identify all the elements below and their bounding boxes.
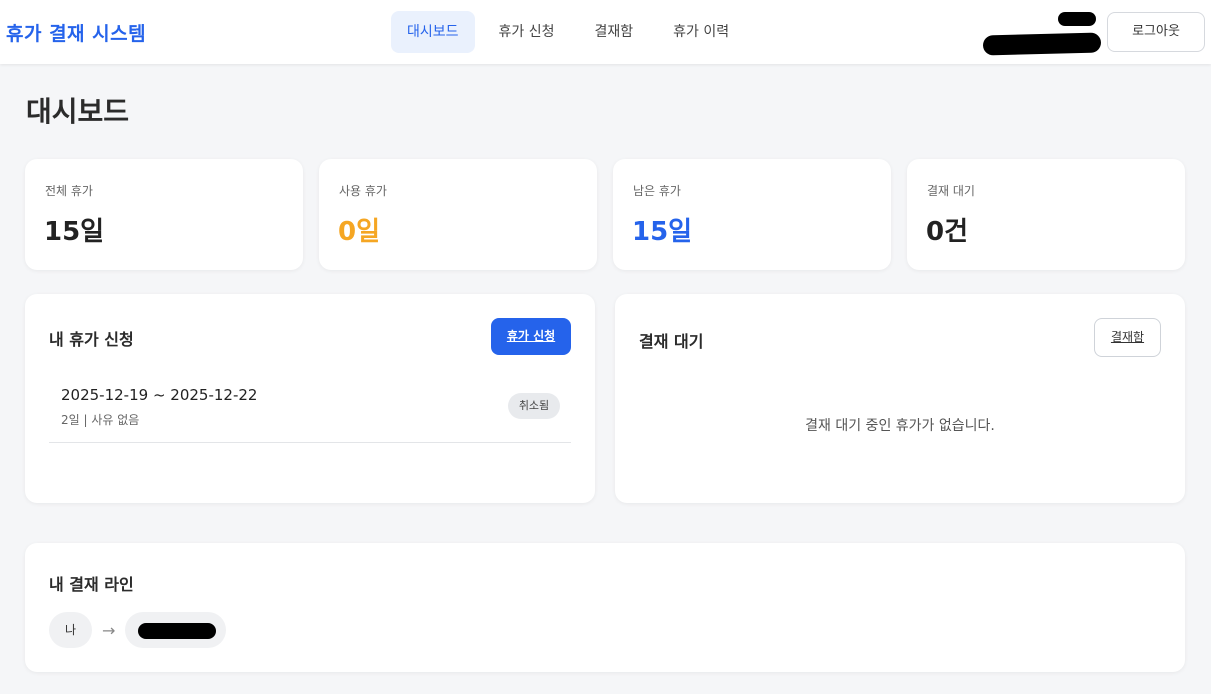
leave-dates: 2025-12-19 ~ 2025-12-22 — [61, 386, 258, 404]
my-leave-requests-panel: 내 휴가 신청 휴가 신청 2025-12-19 ~ 2025-12-22 2일… — [25, 294, 595, 503]
list-item[interactable]: 2025-12-19 ~ 2025-12-22 2일 | 사유 없음 취소됨 — [49, 374, 571, 443]
approval-chain: 나 → — [49, 612, 227, 648]
approver-chip-redacted — [125, 612, 227, 648]
approval-line-panel: 내 결재 라인 나 → — [25, 543, 1185, 672]
nav-item-approval-box[interactable]: 결재함 — [579, 11, 650, 53]
stat-value: 15일 — [44, 217, 105, 247]
stat-label: 전체 휴가 — [45, 184, 93, 198]
approval-box-button[interactable]: 결재함 — [1094, 318, 1161, 357]
arrow-right-icon: → — [102, 620, 116, 640]
stat-value: 0일 — [338, 217, 381, 247]
app-brand-title[interactable]: 휴가 결재 시스템 — [6, 19, 146, 46]
top-navigation-bar: 휴가 결재 시스템 대시보드 휴가 신청 결재함 휴가 이력 로그아웃 — [0, 0, 1211, 64]
panel-title: 내 휴가 신청 — [49, 330, 134, 349]
stat-label: 결재 대기 — [927, 184, 975, 198]
nav-item-leave-request[interactable]: 휴가 신청 — [483, 11, 571, 53]
stat-value: 15일 — [632, 217, 693, 247]
stat-card-total-leave: 전체 휴가 15일 — [25, 159, 303, 270]
panel-title: 내 결재 라인 — [49, 575, 134, 594]
main-nav: 대시보드 휴가 신청 결재함 휴가 이력 — [391, 11, 753, 53]
stat-label: 사용 휴가 — [339, 184, 387, 198]
stat-label: 남은 휴가 — [633, 184, 681, 198]
stat-value: 0건 — [926, 217, 969, 247]
leave-meta: 2일 | 사유 없음 — [61, 413, 140, 427]
stat-card-pending-approval: 결재 대기 0건 — [907, 159, 1185, 270]
empty-state-message: 결재 대기 중인 휴가가 없습니다. — [805, 418, 995, 434]
new-leave-request-button[interactable]: 휴가 신청 — [491, 318, 571, 355]
redacted-user-name — [982, 32, 1102, 56]
stat-card-used-leave: 사용 휴가 0일 — [319, 159, 597, 270]
logout-button[interactable]: 로그아웃 — [1107, 12, 1205, 52]
redacted-user-role — [1058, 12, 1096, 26]
approver-chip-self: 나 — [49, 612, 92, 648]
panel-title: 결재 대기 — [639, 332, 704, 351]
status-badge: 취소됨 — [508, 393, 560, 419]
pending-approvals-panel: 결재 대기 결재함 결재 대기 중인 휴가가 없습니다. — [615, 294, 1185, 503]
nav-item-dashboard[interactable]: 대시보드 — [391, 11, 475, 53]
redacted-approver-name — [138, 623, 217, 639]
stat-card-remaining-leave: 남은 휴가 15일 — [613, 159, 891, 270]
nav-item-leave-history[interactable]: 휴가 이력 — [657, 11, 745, 53]
page-title: 대시보드 — [26, 95, 130, 128]
